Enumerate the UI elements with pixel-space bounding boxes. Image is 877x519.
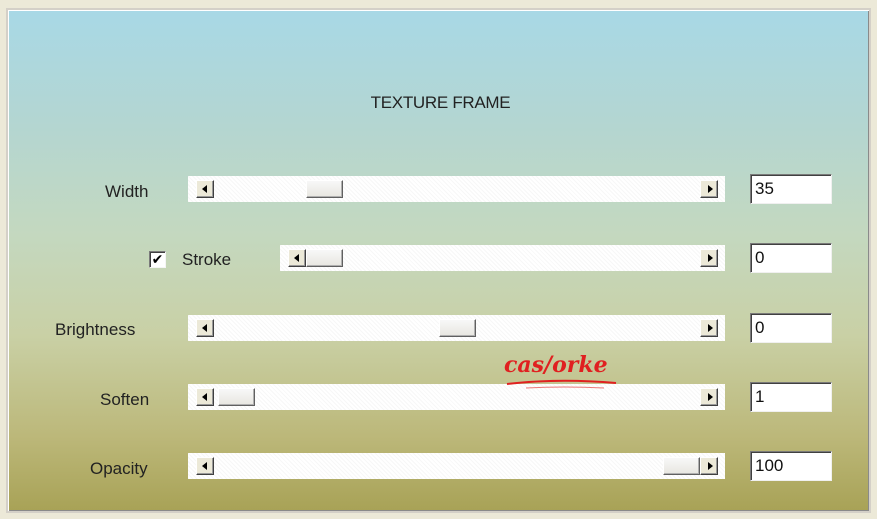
width-scroll-right-icon[interactable] — [700, 180, 718, 198]
texture-frame-dialog: TEXTURE FRAME Width 35 ✔ Stroke 0 Bright… — [6, 8, 871, 513]
brightness-scroll-right-icon[interactable] — [700, 319, 718, 337]
opacity-scroll-left-icon[interactable] — [196, 457, 214, 475]
stroke-scroll-left-icon[interactable] — [288, 249, 306, 267]
width-slider[interactable] — [188, 176, 725, 202]
soften-value-input[interactable]: 1 — [750, 382, 832, 412]
stroke-slider[interactable] — [280, 245, 725, 271]
stroke-checkbox[interactable]: ✔ — [149, 251, 166, 268]
opacity-value-input[interactable]: 100 — [750, 451, 832, 481]
stroke-scroll-right-icon[interactable] — [700, 249, 718, 267]
watermark-signature: cas/orke — [504, 348, 624, 399]
stroke-value-input[interactable]: 0 — [750, 243, 832, 273]
dialog-title: TEXTURE FRAME — [370, 93, 511, 112]
brightness-scroll-left-icon[interactable] — [196, 319, 214, 337]
soften-scroll-right-icon[interactable] — [700, 388, 718, 406]
opacity-slider-thumb[interactable] — [663, 457, 700, 475]
opacity-scroll-right-icon[interactable] — [700, 457, 718, 475]
width-label: Width — [105, 182, 149, 201]
svg-text:cas/orke: cas/orke — [504, 352, 608, 378]
brightness-value-input[interactable]: 0 — [750, 313, 832, 343]
stroke-label: Stroke — [182, 250, 232, 269]
soften-slider[interactable] — [188, 384, 725, 410]
soften-label: Soften — [100, 390, 150, 409]
soften-slider-thumb[interactable] — [218, 388, 256, 406]
width-slider-thumb[interactable] — [306, 180, 344, 198]
soften-scroll-left-icon[interactable] — [196, 388, 214, 406]
brightness-slider-thumb[interactable] — [438, 319, 476, 337]
opacity-label: Opacity — [90, 459, 148, 478]
stroke-slider-thumb[interactable] — [306, 249, 343, 267]
opacity-slider[interactable] — [188, 453, 725, 479]
brightness-label: Brightness — [55, 320, 136, 339]
width-value-input[interactable]: 35 — [750, 174, 832, 204]
brightness-slider[interactable] — [188, 315, 725, 341]
width-scroll-left-icon[interactable] — [196, 180, 214, 198]
